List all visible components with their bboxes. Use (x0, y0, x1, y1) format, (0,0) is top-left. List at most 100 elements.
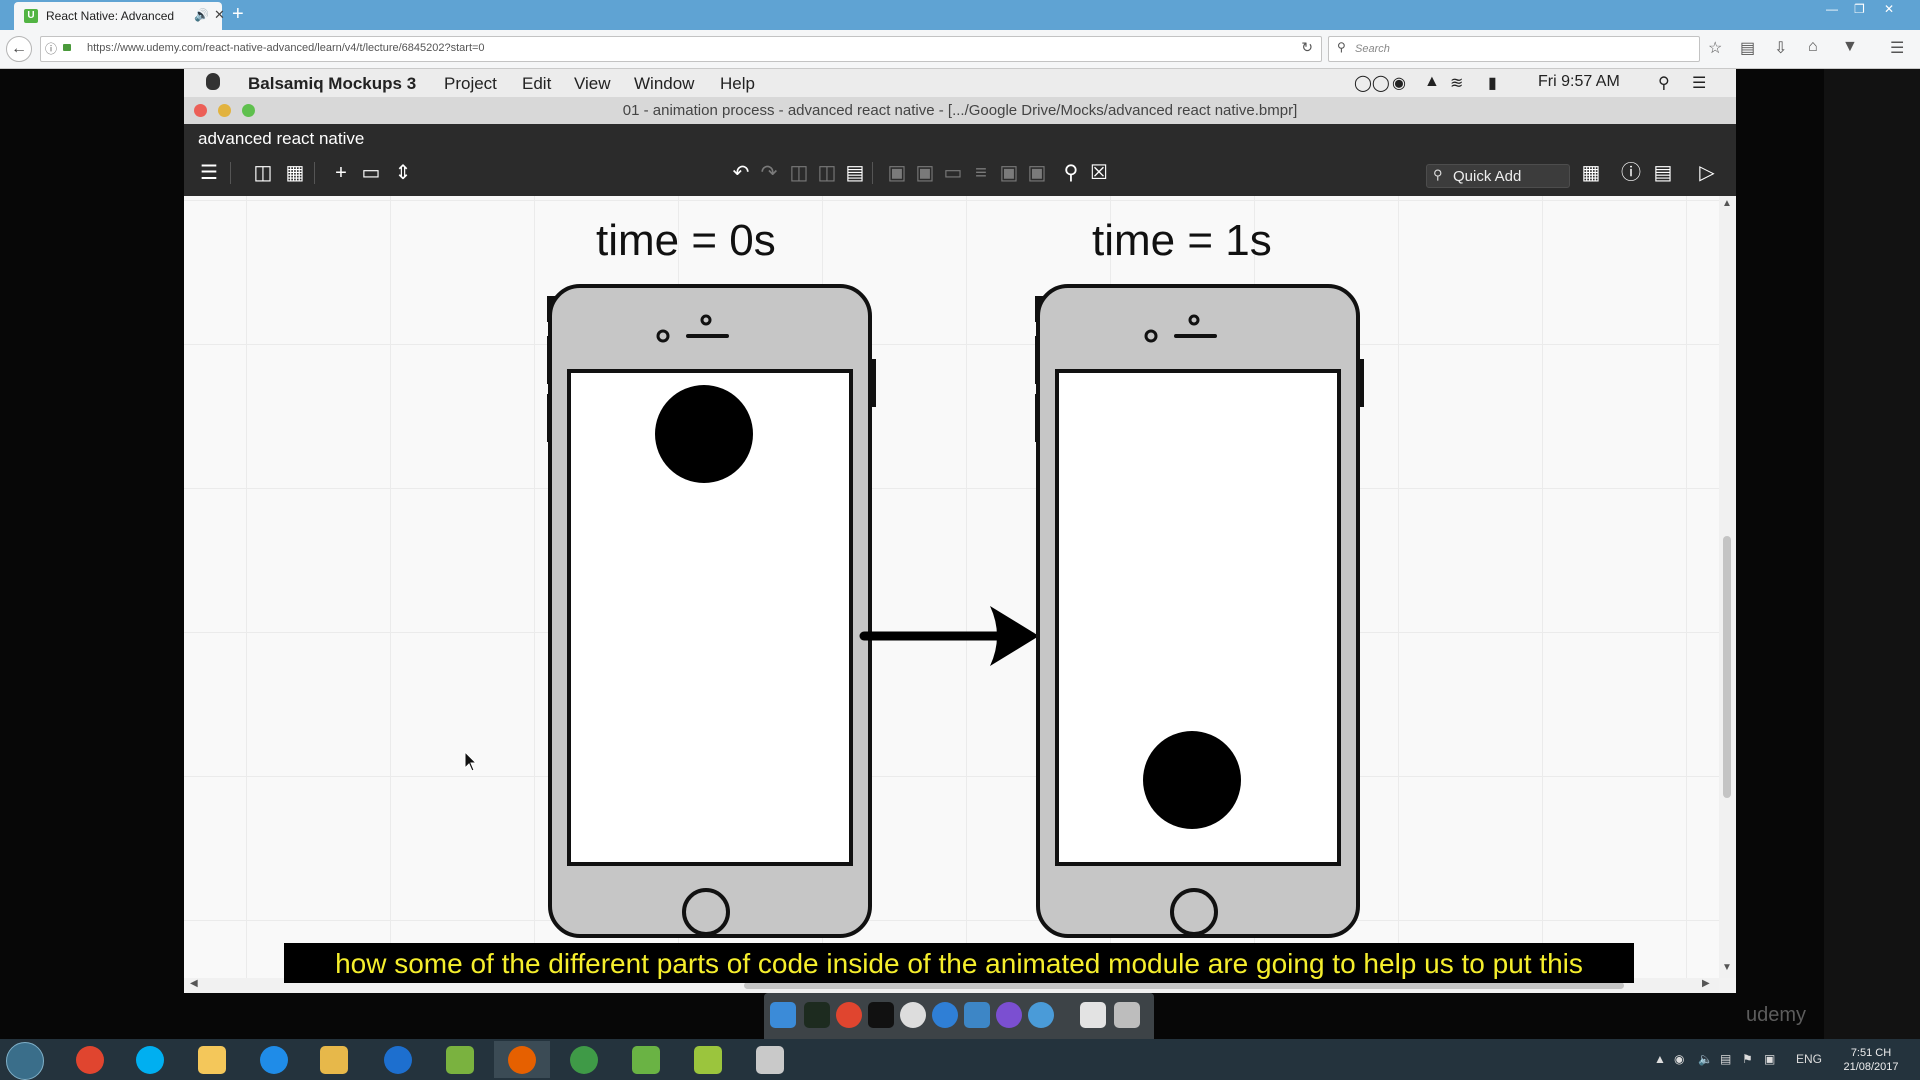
quicktime-icon[interactable] (1028, 1002, 1054, 1028)
language-indicator[interactable]: ENG (1796, 1052, 1822, 1066)
taskbar-explorer[interactable] (306, 1041, 362, 1078)
taskbar-zalo[interactable] (246, 1041, 302, 1078)
paste-icon[interactable]: ▤ (844, 162, 866, 184)
quick-add-input[interactable]: ⚲ Quick Add (1426, 164, 1570, 188)
emoji-app-icon[interactable] (900, 1002, 926, 1028)
ungroup-icon[interactable]: ▣ (914, 162, 936, 184)
undo-icon[interactable]: ↶ (730, 162, 752, 184)
scroll-up-icon[interactable]: ▲ (1722, 198, 1732, 209)
bookmark-star-icon[interactable]: ☆ (1708, 38, 1722, 58)
zoom-icon[interactable]: ⚲ (1060, 162, 1082, 184)
record-icon[interactable]: ◉ (1392, 73, 1406, 93)
tray-network-icon[interactable]: ▣ (1764, 1052, 1775, 1066)
download-icon[interactable]: ⇩ (1774, 38, 1787, 58)
pocket-icon[interactable]: ▼ (1842, 38, 1858, 56)
phone-left[interactable] (547, 284, 876, 938)
properties-panel-icon[interactable]: ▤ (1652, 162, 1674, 184)
cut-icon[interactable]: ◫ (816, 162, 838, 184)
documents-icon[interactable] (1080, 1002, 1106, 1028)
google-drive-icon[interactable]: ▲ (1424, 73, 1440, 91)
delete-icon[interactable]: ▣ (1026, 162, 1048, 184)
copy-icon[interactable]: ◫ (788, 162, 810, 184)
menu-edit[interactable]: Edit (522, 74, 551, 94)
vertical-scroll-thumb[interactable] (1723, 536, 1731, 798)
move-up-down-icon[interactable]: ⇕ (392, 162, 414, 184)
menu-view[interactable]: View (574, 74, 611, 94)
taskbar-emulator[interactable] (680, 1041, 736, 1078)
taskbar-skype[interactable] (122, 1041, 178, 1078)
close-window-button[interactable]: ✕ (1884, 2, 1894, 16)
reading-list-icon[interactable]: ▤ (1740, 38, 1755, 58)
minimize-window-button[interactable]: — (1826, 2, 1838, 16)
taskbar-chrome[interactable] (62, 1041, 118, 1078)
minimize-light-button[interactable] (218, 104, 231, 117)
browser-tab[interactable]: U React Native: Advanced 🔊 ✕ (14, 2, 225, 30)
add-icon[interactable]: + (330, 162, 352, 184)
flag-icon[interactable]: ⚑ (1742, 1052, 1753, 1066)
redo-icon[interactable]: ↷ (758, 162, 780, 184)
info-panel-icon[interactable]: ⓘ (1620, 162, 1642, 184)
menu-icon[interactable]: ☰ (1890, 38, 1904, 58)
new-tab-button[interactable]: + (232, 3, 244, 25)
trash-icon[interactable] (1114, 1002, 1140, 1028)
glasses-icon[interactable]: ◯◯ (1354, 73, 1390, 93)
align-icon[interactable]: ≡ (970, 162, 992, 184)
search-bar[interactable]: ⚲ Search (1328, 36, 1700, 62)
taskbar-network[interactable] (556, 1041, 612, 1078)
taskbar-notepad[interactable] (432, 1041, 488, 1078)
back-button[interactable]: ← (6, 36, 32, 62)
mockup-canvas[interactable]: time = 0s time = 1s (184, 196, 1719, 978)
start-button[interactable] (6, 1042, 44, 1080)
home-icon[interactable]: ⌂ (1808, 38, 1818, 56)
scroll-down-icon[interactable]: ▼ (1722, 962, 1732, 973)
arrange-icon[interactable]: ▭ (942, 162, 964, 184)
vertical-scrollbar[interactable]: ▲ ▼ (1719, 196, 1736, 978)
volume-icon[interactable]: 🔈 (1698, 1052, 1713, 1066)
grid-view-icon[interactable]: ▦ (284, 162, 306, 184)
presentation-mode-icon[interactable]: ▷ (1696, 162, 1718, 184)
menu-help[interactable]: Help (720, 74, 755, 94)
scroll-right-icon[interactable]: ▶ (1702, 978, 1710, 989)
app-store-icon[interactable] (932, 1002, 958, 1028)
navigator-panel-icon[interactable]: ◫ (252, 162, 274, 184)
menu-project[interactable]: Project (444, 74, 497, 94)
group-icon[interactable]: ▣ (886, 162, 908, 184)
ui-library-icon[interactable]: ▦ (1580, 162, 1602, 184)
editor-icon[interactable] (996, 1002, 1022, 1028)
spotlight-icon[interactable]: ⚲ (1658, 73, 1670, 93)
menu-app-name[interactable]: Balsamiq Mockups 3 (248, 74, 416, 94)
taskbar-folder[interactable] (184, 1041, 240, 1078)
restore-window-button[interactable]: ❐ (1854, 2, 1865, 16)
close-light-button[interactable] (194, 104, 207, 117)
url-text[interactable]: https://www.udemy.com/react-native-advan… (87, 42, 485, 54)
skype-tray-icon[interactable]: ◉ (1674, 1052, 1684, 1066)
tray-expand-icon[interactable]: ▲ (1654, 1052, 1666, 1066)
horizontal-scroll-thumb[interactable] (744, 982, 1624, 989)
reload-icon[interactable]: ↻ (1301, 39, 1313, 56)
wifi-icon[interactable]: ≋ (1450, 73, 1463, 93)
finder-icon[interactable] (770, 1002, 796, 1028)
chrome-icon[interactable] (836, 1002, 862, 1028)
zoom-light-button[interactable] (242, 104, 255, 117)
taskbar-paint[interactable] (742, 1041, 798, 1078)
taskbar-android-studio[interactable] (618, 1041, 674, 1078)
menu-hamburger-icon[interactable]: ☰ (198, 162, 220, 184)
action-center-icon[interactable]: ▤ (1720, 1052, 1731, 1066)
speaker-icon[interactable]: 🔊 (194, 8, 209, 22)
menu-window[interactable]: Window (634, 74, 694, 94)
close-tab-icon[interactable]: ✕ (214, 7, 225, 23)
activity-monitor-icon[interactable] (804, 1002, 830, 1028)
fit-icon[interactable]: ☒ (1088, 162, 1110, 184)
photos-icon[interactable] (964, 1002, 990, 1028)
duplicate-icon[interactable]: ▭ (360, 162, 382, 184)
phone-right[interactable] (1035, 284, 1364, 938)
apple-icon[interactable] (206, 73, 220, 90)
info-icon[interactable]: ⓘ (45, 40, 57, 57)
battery-icon[interactable]: ▮ (1488, 73, 1497, 93)
taskbar-firefox[interactable] (494, 1041, 550, 1078)
lock-element-icon[interactable]: ▣ (998, 162, 1020, 184)
url-bar[interactable]: ⓘ https://www.udemy.com/react-native-adv… (40, 36, 1322, 62)
scroll-left-icon[interactable]: ◀ (190, 978, 198, 989)
terminal-icon[interactable] (868, 1002, 894, 1028)
taskbar-clock[interactable]: 7:51 CH 21/08/2017 (1836, 1046, 1906, 1074)
